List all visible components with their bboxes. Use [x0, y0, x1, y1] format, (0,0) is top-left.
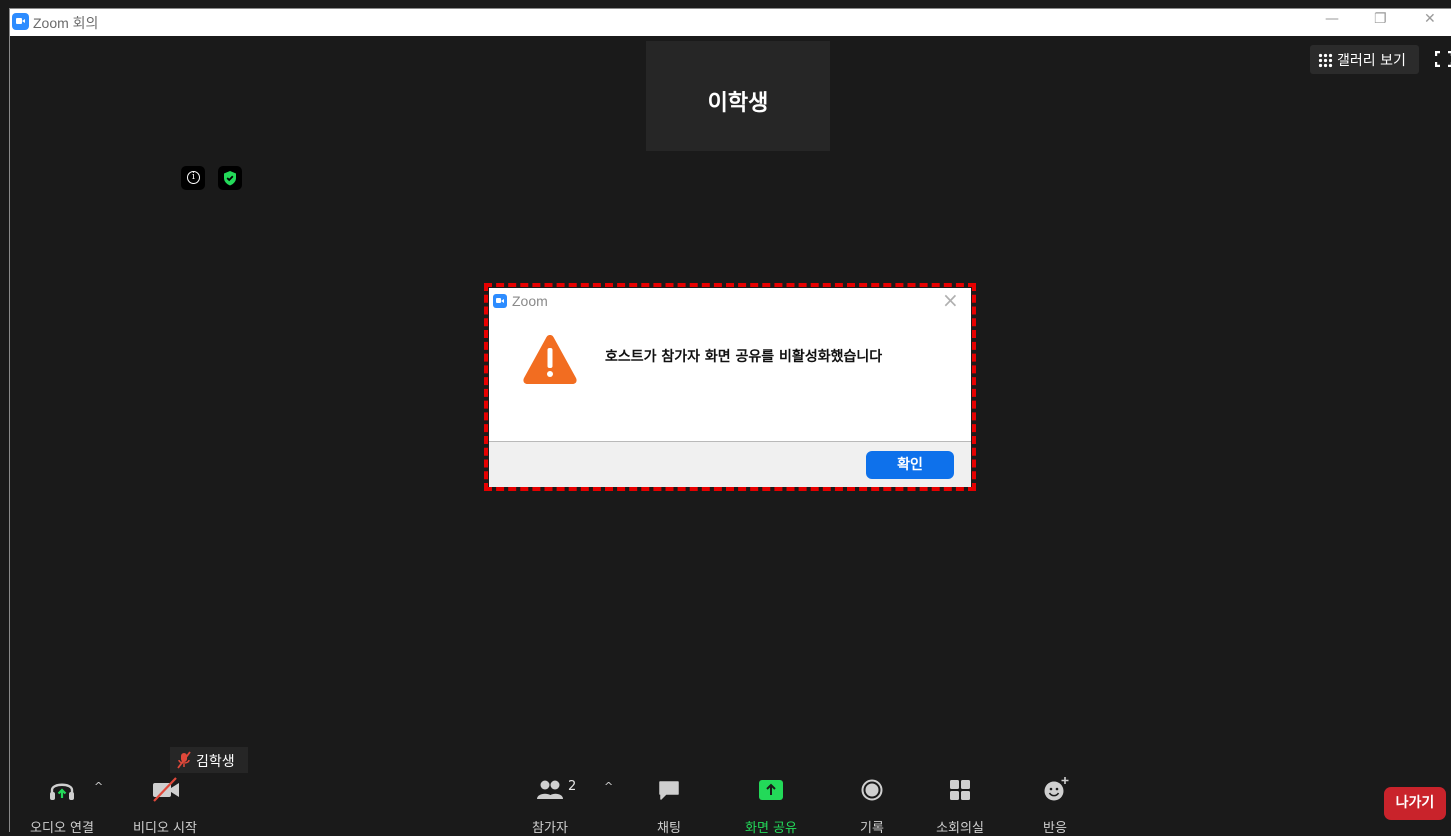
gallery-view-label: 갤러리 보기	[1337, 53, 1406, 69]
chat-label: 채팅	[657, 821, 681, 836]
participants-icon	[537, 780, 563, 799]
fullscreen-icon[interactable]	[1435, 51, 1451, 67]
video-off-icon	[153, 777, 179, 802]
active-speaker-tile: 이학생	[646, 41, 830, 151]
dialog-message: 호스트가 참가자 화면 공유를 비활성화했습니다	[605, 349, 883, 365]
zoom-app-icon	[493, 294, 507, 308]
audio-connect-label: 오디오 연결	[30, 821, 94, 836]
restore-icon[interactable]: ❐	[1374, 11, 1387, 27]
chat-icon	[659, 781, 679, 800]
title-bar: Zoom 회의 — ❐ ✕	[10, 9, 1451, 36]
speaker-name: 이학생	[707, 91, 769, 116]
share-screen-icon	[759, 780, 783, 800]
dialog-close-icon[interactable]: ×	[942, 288, 959, 312]
headphone-icon	[50, 783, 74, 800]
reactions-label: 반응	[1043, 821, 1067, 836]
dialog-footer: 확인	[489, 441, 971, 487]
record-label: 기록	[860, 821, 884, 836]
dialog-title: Zoom	[512, 293, 548, 309]
screen-share-disabled-dialog: Zoom × 호스트가 참가자 화면 공유를 비활성화했습니다 확인	[489, 288, 971, 487]
self-name: 김학생	[196, 754, 235, 770]
reaction-icon	[1044, 777, 1069, 801]
zoom-app-icon	[12, 13, 29, 30]
audio-options-chevron-icon[interactable]: ^	[94, 780, 103, 793]
warning-icon	[523, 335, 577, 384]
participants-options-chevron-icon[interactable]: ^	[604, 780, 613, 793]
security-shield-icon[interactable]	[218, 166, 242, 190]
gallery-view-button[interactable]: 갤러리 보기	[1310, 45, 1419, 74]
minimize-icon[interactable]: —	[1325, 11, 1339, 27]
meeting-info-icon[interactable]	[181, 166, 205, 190]
share-screen-label: 화면 공유	[745, 821, 797, 836]
start-video-label: 비디오 시작	[133, 821, 197, 836]
leave-meeting-button[interactable]: 나가기	[1384, 787, 1446, 820]
participants-count: 2	[568, 779, 577, 794]
ok-button[interactable]: 확인	[866, 451, 954, 479]
muted-mic-icon	[177, 751, 191, 769]
grid-icon	[1318, 53, 1333, 68]
record-icon	[861, 779, 883, 801]
breakout-rooms-icon	[950, 780, 970, 800]
self-name-tag: 김학생	[170, 747, 248, 773]
window-title: Zoom 회의	[33, 15, 99, 31]
close-icon[interactable]: ✕	[1424, 11, 1436, 27]
participants-label: 참가자	[532, 821, 568, 836]
breakout-rooms-label: 소회의실	[936, 821, 984, 836]
